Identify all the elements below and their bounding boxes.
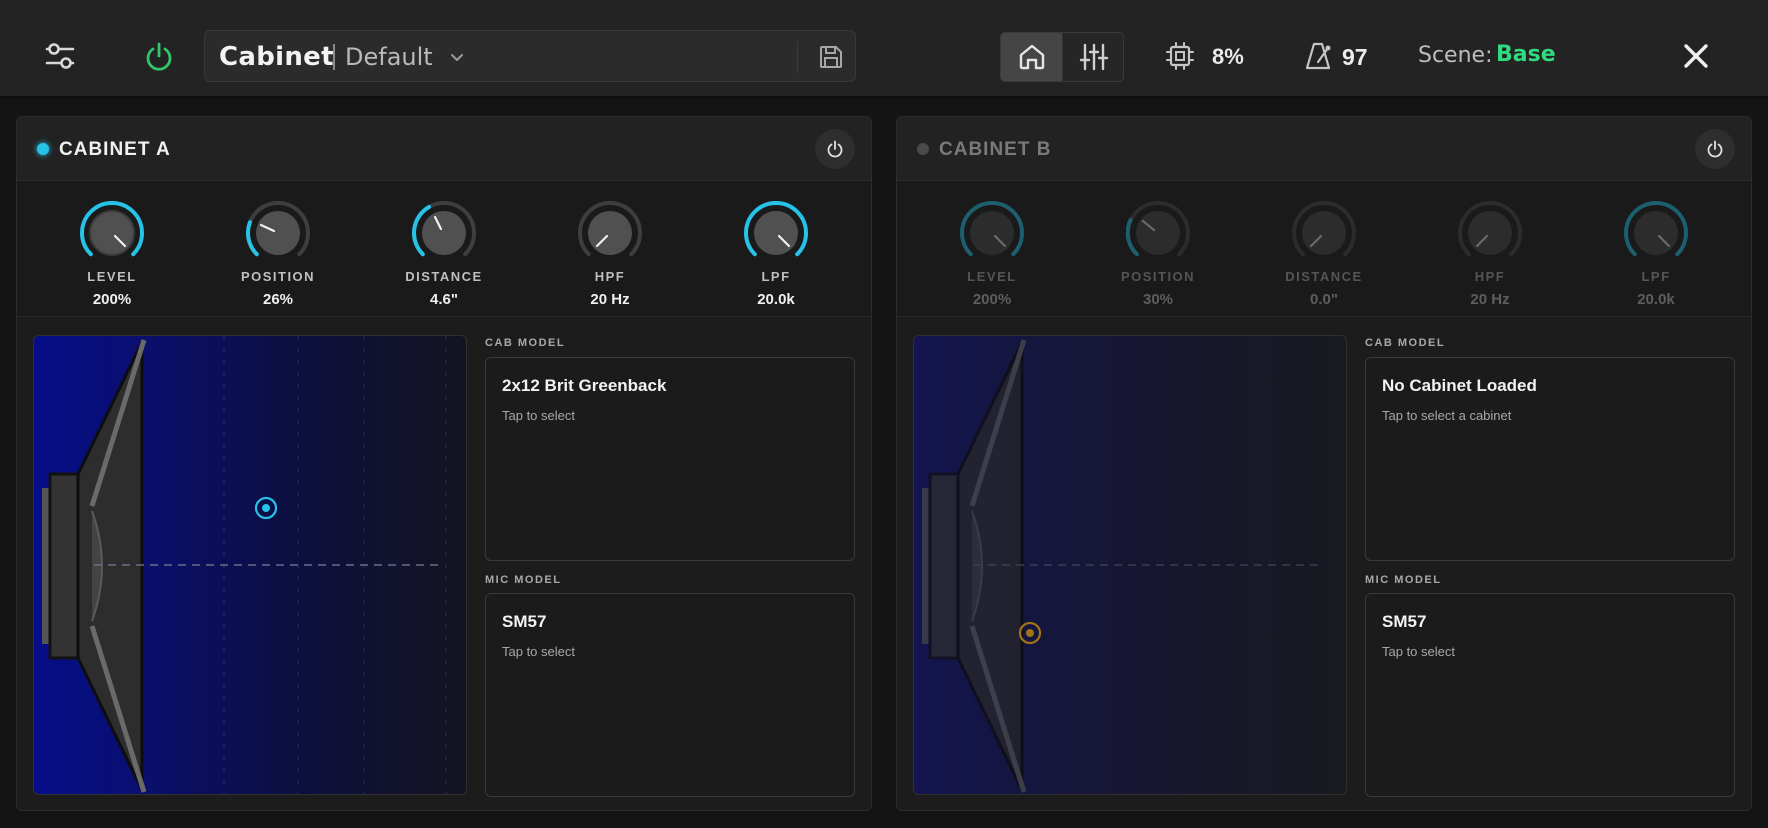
mic-model-hint: Tap to select <box>502 644 575 659</box>
lpf-label: LPF <box>1641 269 1671 284</box>
preset-separator <box>333 44 335 70</box>
lpf-knob-dial[interactable] <box>1624 201 1688 265</box>
lpf-knob[interactable]: LPF 20.0k <box>1596 201 1716 311</box>
settings-sliders-icon[interactable] <box>36 36 84 76</box>
cab-model-hint: Tap to select <box>502 408 575 423</box>
distance-knob[interactable]: DISTANCE 0.0" <box>1264 201 1384 311</box>
distance-knob-dial[interactable] <box>1292 201 1356 265</box>
preset-divider <box>797 41 798 73</box>
cabinet-a-power-icon[interactable] <box>815 129 855 169</box>
level-label: LEVEL <box>967 269 1017 284</box>
scene-label: Scene: <box>1418 43 1493 68</box>
cab-model-hint: Tap to select a cabinet <box>1382 408 1512 423</box>
cab-model-label: CAB MODEL <box>485 337 566 349</box>
distance-value: 4.6" <box>430 291 458 308</box>
preset-variant: Default <box>345 43 433 71</box>
mic-model-name: SM57 <box>502 612 547 631</box>
cabinet-a-panel: CABINET A LEVEL 200% POSITION 26% DISTAN… <box>16 116 872 811</box>
level-knob-dial[interactable] <box>80 201 144 265</box>
level-knob[interactable]: LEVEL 200% <box>932 201 1052 311</box>
mic-model-selector[interactable]: SM57 Tap to select <box>485 593 855 797</box>
position-knob[interactable]: POSITION 30% <box>1098 201 1218 311</box>
cabinet-b-mic-placement-view[interactable] <box>913 335 1347 795</box>
mixer-sliders-icon[interactable] <box>1063 33 1123 81</box>
cabinet-a-header: CABINET A <box>17 117 871 181</box>
cab-model-selector[interactable]: No Cabinet Loaded Tap to select a cabine… <box>1365 357 1735 561</box>
chevron-down-icon[interactable] <box>449 49 465 65</box>
cabinet-a-mic-placement-view[interactable] <box>33 335 467 795</box>
level-value: 200% <box>92 291 132 308</box>
position-value: 26% <box>262 291 294 308</box>
cabinet-b-panel: CABINET B LEVEL 200% POSITION 30% DISTAN… <box>896 116 1752 811</box>
position-knob[interactable]: POSITION 26% <box>218 201 338 311</box>
mic-model-name: SM57 <box>1382 612 1427 631</box>
cab-model-label: CAB MODEL <box>1365 337 1446 349</box>
view-toggle <box>1000 32 1124 82</box>
cabinet-b-power-icon[interactable] <box>1695 129 1735 169</box>
level-value: 200% <box>972 291 1012 308</box>
cabinet-b-header: CABINET B <box>897 117 1751 181</box>
cab-model-selector[interactable]: 2x12 Brit Greenback Tap to select <box>485 357 855 561</box>
cab-model-name: No Cabinet Loaded <box>1382 376 1537 395</box>
cabinet-b-title: CABINET B <box>939 139 1052 160</box>
cpu-icon <box>1162 38 1198 74</box>
hpf-knob[interactable]: HPF 20 Hz <box>1430 201 1550 311</box>
cpu-usage-value: 8% <box>1212 44 1244 69</box>
distance-knob[interactable]: DISTANCE 4.6" <box>384 201 504 311</box>
power-icon[interactable] <box>138 36 180 78</box>
mic-model-selector[interactable]: SM57 Tap to select <box>1365 593 1735 797</box>
hpf-knob-dial[interactable] <box>578 201 642 265</box>
home-icon[interactable] <box>1001 33 1063 81</box>
level-label: LEVEL <box>87 269 137 284</box>
preset-name: Cabinet <box>219 42 334 72</box>
hpf-value: 20 Hz <box>590 291 630 308</box>
tempo-value[interactable]: 97 <box>1342 44 1368 71</box>
hpf-knob[interactable]: HPF 20 Hz <box>550 201 670 311</box>
cabinet-a-knobs: LEVEL 200% POSITION 26% DISTANCE 4.6" HP… <box>17 181 871 317</box>
save-icon[interactable] <box>815 41 847 73</box>
lpf-value: 20.0k <box>757 291 795 308</box>
hpf-value: 20 Hz <box>1470 291 1510 308</box>
hpf-knob-dial[interactable] <box>1458 201 1522 265</box>
lpf-knob[interactable]: LPF 20.0k <box>716 201 836 311</box>
lpf-knob-dial[interactable] <box>744 201 808 265</box>
lpf-value: 20.0k <box>1637 291 1675 308</box>
position-value: 30% <box>1142 291 1174 308</box>
position-label: POSITION <box>1120 269 1196 284</box>
distance-label: DISTANCE <box>1285 269 1363 284</box>
cabinet-a-title: CABINET A <box>59 139 171 160</box>
metronome-icon[interactable] <box>1300 38 1336 74</box>
mic-model-label: MIC MODEL <box>1365 574 1442 586</box>
hpf-label: HPF <box>594 269 626 284</box>
distance-value: 0.0" <box>1310 291 1338 308</box>
top-bar: Cabinet Default 8% 97 Scene: Base <box>0 0 1768 98</box>
lpf-label: LPF <box>761 269 791 284</box>
level-knob[interactable]: LEVEL 200% <box>52 201 172 311</box>
level-knob-dial[interactable] <box>960 201 1024 265</box>
cabinet-b-knobs: LEVEL 200% POSITION 30% DISTANCE 0.0" HP… <box>897 181 1751 317</box>
position-knob-dial[interactable] <box>1126 201 1190 265</box>
cabinet-b-status-led <box>917 143 929 155</box>
close-icon[interactable] <box>1680 40 1712 72</box>
preset-selector[interactable]: Cabinet Default <box>204 30 856 82</box>
scene-value[interactable]: Base <box>1496 42 1556 67</box>
position-knob-dial[interactable] <box>246 201 310 265</box>
distance-knob-dial[interactable] <box>412 201 476 265</box>
position-label: POSITION <box>240 269 316 284</box>
mic-model-hint: Tap to select <box>1382 644 1455 659</box>
hpf-label: HPF <box>1474 269 1506 284</box>
mic-model-label: MIC MODEL <box>485 574 562 586</box>
cabinet-a-status-led <box>37 143 49 155</box>
cab-model-name: 2x12 Brit Greenback <box>502 376 667 395</box>
distance-label: DISTANCE <box>405 269 483 284</box>
